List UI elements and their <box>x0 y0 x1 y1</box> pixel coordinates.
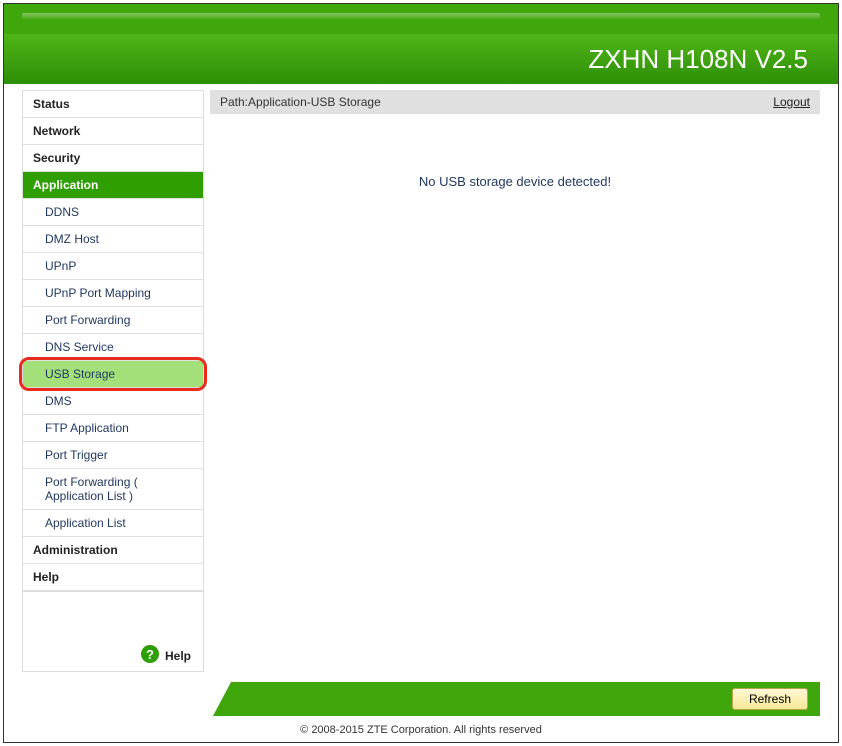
sidebar-item-administration[interactable]: Administration <box>23 537 203 564</box>
highlight-ring <box>19 357 207 391</box>
sidebar-subitem-dmz-host[interactable]: DMZ Host <box>23 226 203 253</box>
breadcrumb-prefix: Path: <box>220 95 248 109</box>
logout-link[interactable]: Logout <box>773 95 810 109</box>
device-title: ZXHN H108N V2.5 <box>4 34 838 84</box>
header-banner: ZXHN H108N V2.5 <box>4 4 838 84</box>
sidebar-subitem-application-list[interactable]: Application List <box>23 510 203 537</box>
sidebar-subitem-port-forwarding-application-list-[interactable]: Port Forwarding ( Application List ) <box>23 469 203 510</box>
sidebar-subitem-upnp[interactable]: UPnP <box>23 253 203 280</box>
help-icon: ? <box>141 645 159 663</box>
footer: Refresh <box>22 682 820 716</box>
sidebar-subitem-upnp-port-mapping[interactable]: UPnP Port Mapping <box>23 280 203 307</box>
breadcrumb: Path:Application-USB Storage <box>220 95 381 109</box>
sidebar-item-security[interactable]: Security <box>23 145 203 172</box>
copyright: © 2008-2015 ZTE Corporation. All rights … <box>4 724 838 736</box>
sidebar-item-application[interactable]: Application <box>23 172 203 199</box>
sidebar-subitem-port-forwarding[interactable]: Port Forwarding <box>23 307 203 334</box>
sidebar-subitem-ftp-application[interactable]: FTP Application <box>23 415 203 442</box>
sidebar-subitem-port-trigger[interactable]: Port Trigger <box>23 442 203 469</box>
banner-top-strip <box>4 4 838 34</box>
sidebar-subitem-ddns[interactable]: DDNS <box>23 199 203 226</box>
sidebar: StatusNetworkSecurityApplication DDNSDMZ… <box>22 90 204 672</box>
sidebar-item-help[interactable]: Help <box>23 564 203 591</box>
sidebar-subitem-dms[interactable]: DMS <box>23 388 203 415</box>
refresh-button[interactable]: Refresh <box>732 688 808 710</box>
sidebar-subitem-dns-service[interactable]: DNS Service <box>23 334 203 361</box>
breadcrumb-value: Application-USB Storage <box>248 95 381 109</box>
main-panel: Path:Application-USB Storage Logout No U… <box>210 90 820 189</box>
sidebar-help-label: Help <box>165 649 191 663</box>
sidebar-subitem-usb-storage[interactable]: USB Storage <box>23 361 203 388</box>
status-message: No USB storage device detected! <box>210 114 820 189</box>
breadcrumb-bar: Path:Application-USB Storage Logout <box>210 90 820 114</box>
sidebar-item-status[interactable]: Status <box>23 91 203 118</box>
sidebar-help-link[interactable]: ? Help <box>22 592 204 672</box>
sidebar-item-network[interactable]: Network <box>23 118 203 145</box>
